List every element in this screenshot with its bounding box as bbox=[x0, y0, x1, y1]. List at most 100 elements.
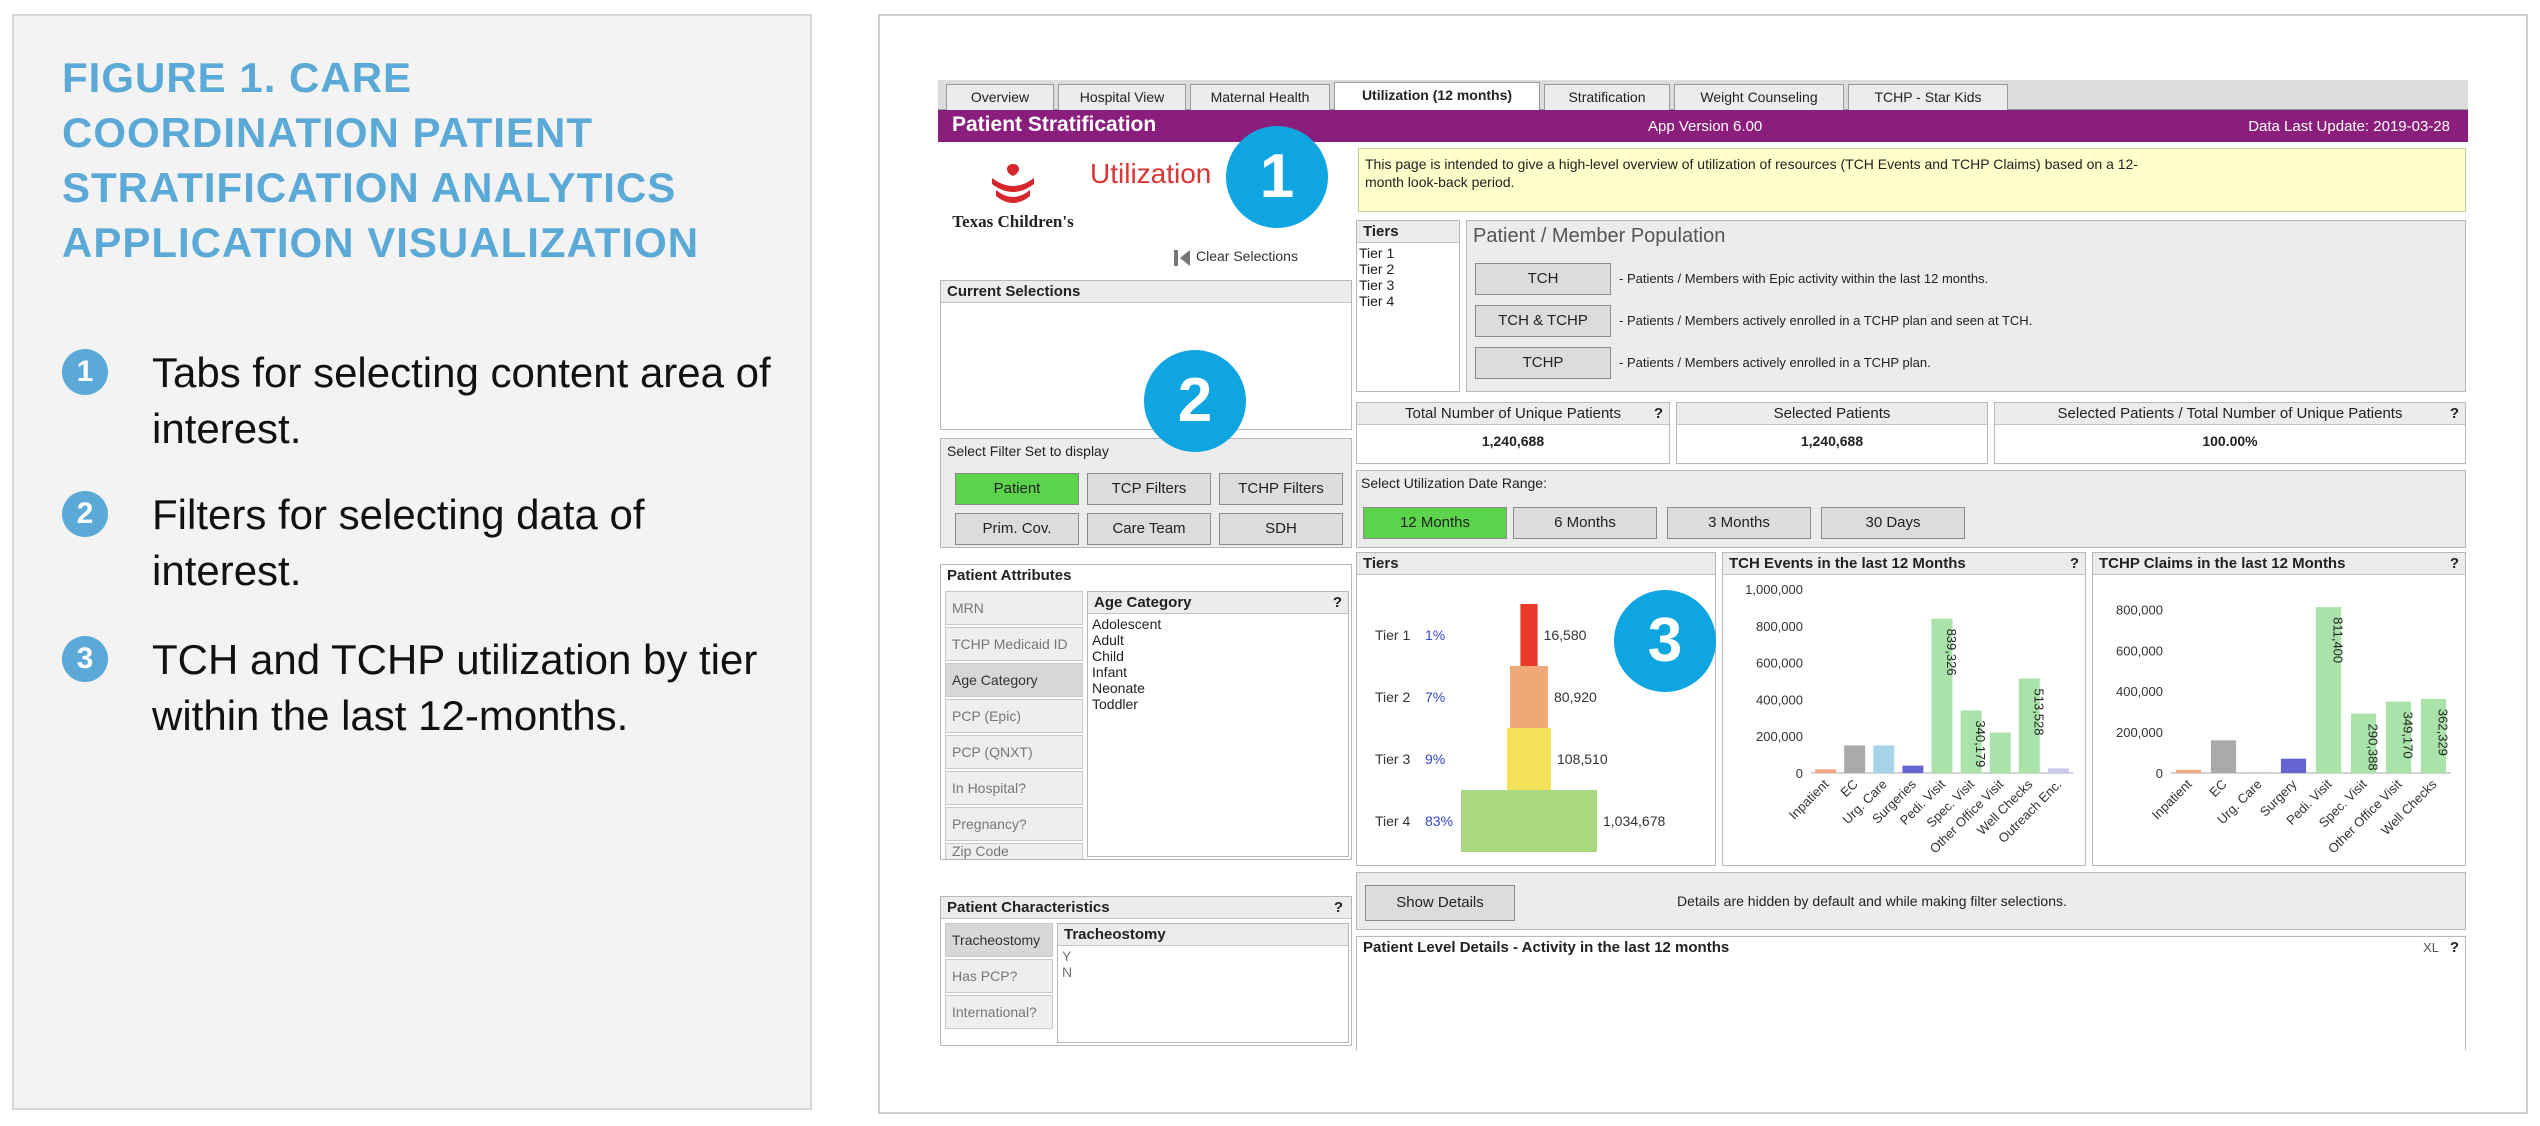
tch-events-help-icon[interactable]: ? bbox=[2070, 555, 2079, 572]
kpi-selected-patients: Selected Patients 1,240,688 bbox=[1676, 402, 1988, 464]
bar-value-label: 290,388 bbox=[2366, 724, 2381, 771]
tracheostomy-listbox[interactable]: Tracheostomy Y N bbox=[1057, 923, 1349, 1043]
callout-badge-2: 2 bbox=[1144, 350, 1246, 452]
tab-hospital-view[interactable]: Hospital View bbox=[1058, 84, 1186, 110]
population-tchp-button[interactable]: TCHP bbox=[1475, 347, 1611, 379]
clear-selections-button[interactable]: Clear Selections bbox=[1196, 248, 1298, 264]
list-item[interactable]: Toddler bbox=[1092, 696, 1161, 712]
range-6-months-button[interactable]: 6 Months bbox=[1513, 507, 1657, 539]
characteristics-help-icon[interactable]: ? bbox=[1334, 899, 1343, 916]
tier-value-label: 16,580 bbox=[1544, 627, 1587, 643]
age-category-listbox[interactable]: Age Category ? Adolescent Adult Child In… bbox=[1087, 591, 1349, 857]
legend-number-2: 2 bbox=[62, 491, 108, 537]
attr-tchp-medicaid-id[interactable]: TCHP Medicaid ID bbox=[945, 627, 1083, 661]
logo-text: Texas Children's bbox=[952, 212, 1074, 231]
list-item[interactable]: Tier 2 bbox=[1359, 261, 1394, 277]
y-tick-label: 400,000 bbox=[1756, 692, 1803, 707]
filter-prim-cov-button[interactable]: Prim. Cov. bbox=[955, 513, 1079, 545]
y-tick-label: 0 bbox=[1796, 766, 1803, 781]
char-has-pcp[interactable]: Has PCP? bbox=[945, 959, 1053, 993]
y-tick-label: 200,000 bbox=[1756, 729, 1803, 744]
tier-value-label: 108,510 bbox=[1557, 751, 1608, 767]
attr-pcp-epic[interactable]: PCP (Epic) bbox=[945, 699, 1083, 733]
list-item[interactable]: Y bbox=[1062, 948, 1072, 964]
y-tick-label: 600,000 bbox=[1756, 656, 1803, 671]
list-item[interactable]: Infant bbox=[1092, 664, 1161, 680]
tchp-claims-help-icon[interactable]: ? bbox=[2450, 555, 2459, 572]
tier-value-label: 80,920 bbox=[1554, 689, 1597, 705]
attr-zip-code[interactable]: Zip Code bbox=[945, 843, 1083, 859]
char-international[interactable]: International? bbox=[945, 995, 1053, 1029]
attr-in-hospital[interactable]: In Hospital? bbox=[945, 771, 1083, 805]
y-tick-label: 1,000,000 bbox=[1745, 582, 1803, 597]
tab-stratification[interactable]: Stratification bbox=[1544, 84, 1670, 110]
list-item[interactable]: Tier 3 bbox=[1359, 277, 1394, 293]
bar bbox=[1844, 745, 1866, 773]
y-tick-label: 800,000 bbox=[1756, 619, 1803, 634]
tab-maternal-health[interactable]: Maternal Health bbox=[1190, 84, 1330, 110]
callout-badge-3: 3 bbox=[1614, 590, 1716, 692]
patient-level-details-header: Patient Level Details - Activity in the … bbox=[1357, 937, 2465, 959]
age-category-help-icon[interactable]: ? bbox=[1333, 594, 1342, 611]
bar bbox=[2280, 758, 2307, 773]
kpi-total-help-icon[interactable]: ? bbox=[1654, 405, 1663, 422]
list-item[interactable]: Adolescent bbox=[1092, 616, 1161, 632]
filter-tcp-button[interactable]: TCP Filters bbox=[1087, 473, 1211, 505]
patient-attributes-header: Patient Attributes bbox=[941, 565, 1351, 587]
texas-childrens-logo: Texas Children's bbox=[948, 160, 1078, 240]
char-tracheostomy[interactable]: Tracheostomy bbox=[945, 923, 1053, 957]
list-item[interactable]: Adult bbox=[1092, 632, 1161, 648]
bar-value-label: 340,179 bbox=[1973, 720, 1988, 767]
tier-percent-label: 1% bbox=[1425, 627, 1445, 643]
population-tch-button[interactable]: TCH bbox=[1475, 263, 1611, 295]
population-tchp-desc: - Patients / Members actively enrolled i… bbox=[1619, 355, 1931, 370]
filter-care-team-button[interactable]: Care Team bbox=[1087, 513, 1211, 545]
range-12-months-button[interactable]: 12 Months bbox=[1363, 507, 1507, 539]
population-tch-tchp-button[interactable]: TCH & TCHP bbox=[1475, 305, 1611, 337]
tchp-claims-chart: 800,000 600,000 400,000 200,000 0Inpatient EC… bbox=[2116, 602, 2451, 856]
y-tick-label: 600,000 bbox=[2116, 643, 2163, 658]
tab-tchp-star-kids[interactable]: TCHP - Star Kids bbox=[1848, 84, 2008, 110]
clear-selections-icon[interactable] bbox=[1172, 248, 1192, 268]
attr-pregnancy[interactable]: Pregnancy? bbox=[945, 807, 1083, 841]
info-text: This page is intended to give a high-lev… bbox=[1365, 156, 2138, 190]
export-xl-button[interactable]: XL bbox=[2423, 940, 2439, 955]
bar bbox=[1902, 765, 1924, 773]
tab-bar: Overview Hospital View Maternal Health U… bbox=[938, 80, 2468, 111]
filter-sdh-button[interactable]: SDH bbox=[1219, 513, 1343, 545]
tiers-listbox[interactable]: Tiers Tier 1 Tier 2 Tier 3 Tier 4 bbox=[1356, 220, 1460, 392]
tab-weight-counseling[interactable]: Weight Counseling bbox=[1674, 84, 1844, 110]
filter-tchp-button[interactable]: TCHP Filters bbox=[1219, 473, 1343, 505]
legend-number-1: 1 bbox=[62, 349, 108, 395]
x-tick-label: EC bbox=[2206, 777, 2229, 800]
list-item[interactable]: N bbox=[1062, 964, 1072, 980]
page-title: Utilization bbox=[1090, 158, 1212, 189]
attr-pcp-qnxt[interactable]: PCP (QNXT) bbox=[945, 735, 1083, 769]
legend-text-2: Filters for selecting data of interest. bbox=[152, 491, 645, 594]
x-tick-label: Inpatient bbox=[1786, 776, 1832, 822]
show-details-button[interactable]: Show Details bbox=[1365, 885, 1515, 921]
list-item[interactable]: Tier 1 bbox=[1359, 245, 1394, 261]
population-tch-desc: - Patients / Members with Epic activity … bbox=[1619, 271, 1989, 286]
list-item[interactable]: Child bbox=[1092, 648, 1161, 664]
tier-label: Tier 2 bbox=[1375, 689, 1410, 705]
list-item[interactable]: Tier 4 bbox=[1359, 293, 1394, 309]
patient-characteristics-header: Patient Characteristics bbox=[941, 897, 1351, 919]
tab-overview[interactable]: Overview bbox=[946, 84, 1054, 110]
attr-age-category[interactable]: Age Category bbox=[945, 663, 1083, 697]
bar-value-label: 811,400 bbox=[2331, 617, 2346, 663]
tier-label: Tier 1 bbox=[1375, 627, 1410, 643]
kpi-ratio-help-icon[interactable]: ? bbox=[2450, 405, 2459, 422]
list-item[interactable]: Neonate bbox=[1092, 680, 1161, 696]
bar bbox=[2047, 768, 2069, 773]
range-3-months-button[interactable]: 3 Months bbox=[1667, 507, 1811, 539]
legend-number-3: 3 bbox=[62, 636, 108, 682]
range-30-days-button[interactable]: 30 Days bbox=[1821, 507, 1965, 539]
tab-utilization[interactable]: Utilization (12 months) bbox=[1334, 82, 1540, 111]
bar bbox=[2210, 740, 2237, 773]
date-range-label: Select Utilization Date Range: bbox=[1361, 475, 1547, 491]
attr-mrn[interactable]: MRN bbox=[945, 591, 1083, 625]
bar-value-label: 349,170 bbox=[2401, 712, 2416, 759]
details-help-icon[interactable]: ? bbox=[2450, 939, 2459, 956]
filter-patient-button[interactable]: Patient bbox=[955, 473, 1079, 505]
